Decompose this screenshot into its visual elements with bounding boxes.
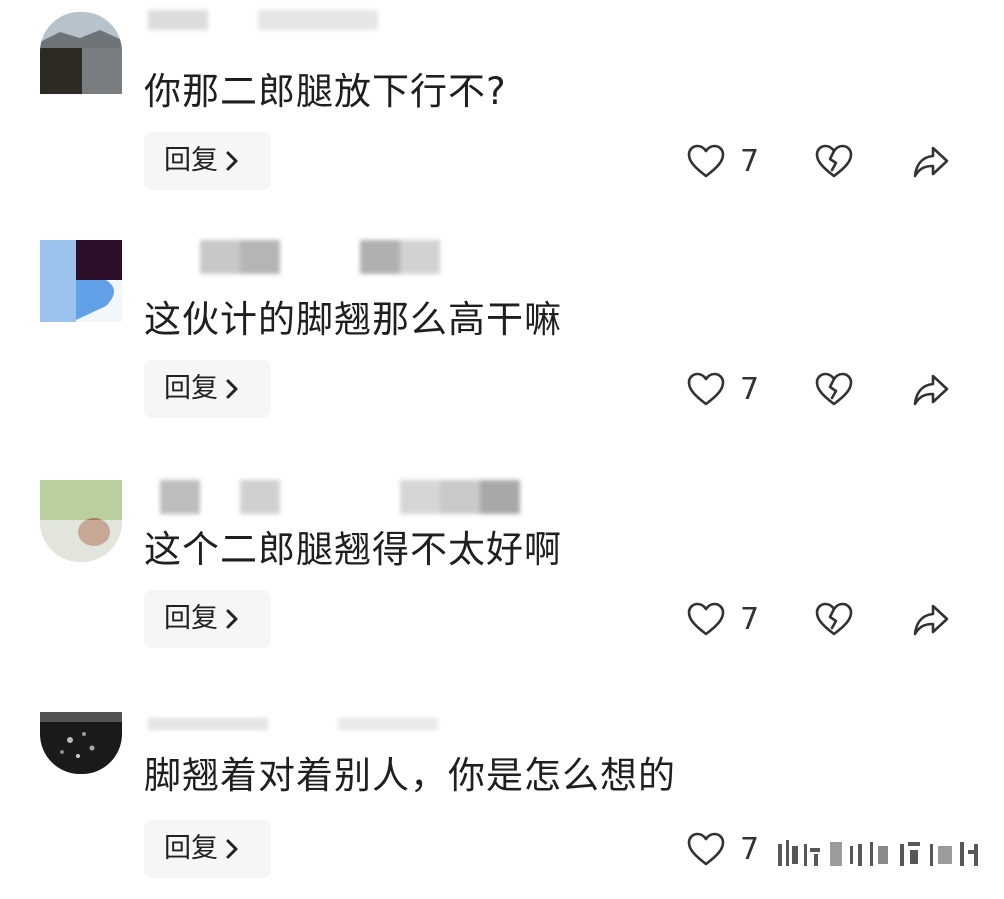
avatar[interactable] — [40, 480, 122, 562]
reply-button[interactable]: 回复 — [144, 820, 271, 878]
heart-outline-icon[interactable] — [686, 600, 726, 640]
username[interactable] — [148, 10, 378, 44]
comment-text: 脚翘着对着别人，你是怎么想的 — [144, 754, 676, 797]
username[interactable] — [148, 480, 528, 514]
comment-text: 你那二郎腿放下行不? — [144, 70, 507, 113]
username[interactable] — [148, 718, 448, 732]
comment-item: 这个二郎腿翘得不太好啊 回复 7 — [0, 458, 1004, 688]
reply-button[interactable]: 回复 — [144, 590, 271, 648]
like-count: 7 — [740, 144, 760, 179]
reply-label: 回复 — [164, 145, 218, 176]
comment-text: 这个二郎腿翘得不太好啊 — [144, 528, 562, 571]
broken-heart-icon[interactable] — [814, 600, 854, 640]
reply-label: 回复 — [164, 603, 218, 634]
watermark — [770, 836, 990, 872]
avatar[interactable] — [40, 712, 122, 774]
reply-button[interactable]: 回复 — [144, 360, 271, 418]
chevron-right-icon — [224, 590, 240, 669]
share-arrow-icon[interactable] — [911, 600, 951, 640]
broken-heart-icon[interactable] — [814, 142, 854, 182]
username[interactable] — [148, 240, 448, 274]
chevron-right-icon — [224, 820, 240, 899]
reply-label: 回复 — [164, 373, 218, 404]
share-arrow-icon[interactable] — [911, 142, 951, 182]
like-count: 7 — [740, 832, 760, 867]
avatar[interactable] — [40, 240, 122, 322]
heart-outline-icon[interactable] — [686, 142, 726, 182]
comment-item: 你那二郎腿放下行不? 回复 7 — [0, 0, 1004, 230]
reply-label: 回复 — [164, 833, 218, 864]
avatar[interactable] — [40, 12, 122, 94]
like-count: 7 — [740, 372, 760, 407]
share-arrow-icon[interactable] — [911, 370, 951, 410]
chevron-right-icon — [224, 360, 240, 439]
comment-item: 这伙计的脚翘那么高干嘛 回复 7 — [0, 228, 1004, 458]
like-count: 7 — [740, 602, 760, 637]
heart-outline-icon[interactable] — [686, 370, 726, 410]
heart-outline-icon[interactable] — [686, 830, 726, 870]
reply-button[interactable]: 回复 — [144, 132, 271, 190]
broken-heart-icon[interactable] — [814, 370, 854, 410]
comment-text: 这伙计的脚翘那么高干嘛 — [144, 298, 562, 341]
chevron-right-icon — [224, 132, 240, 211]
